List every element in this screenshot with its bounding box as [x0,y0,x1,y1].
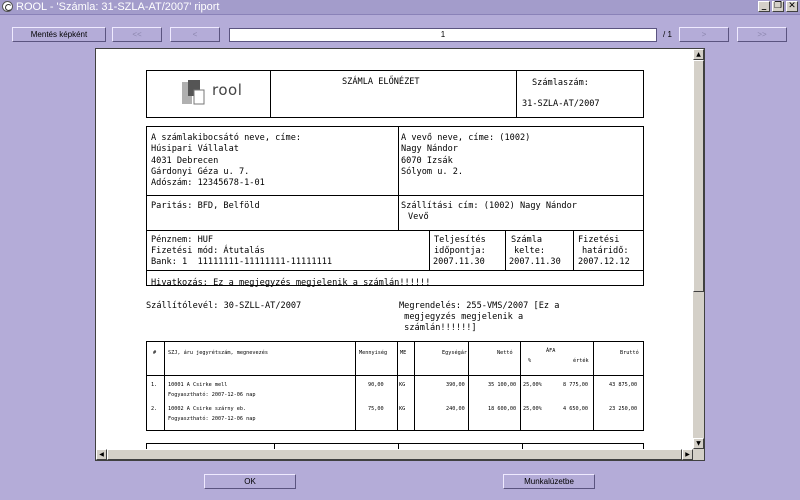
row2-vat-value: 4 650,00 [563,406,588,412]
row2-unit-price: 240,00 [446,406,465,412]
scroll-right-arrow[interactable]: ▶ [682,449,693,460]
parity: Paritás: BFD, Belföld [151,201,260,211]
row2-gross: 23 250,00 [609,406,638,412]
order-line-3: számlán!!!!!!] [399,323,477,333]
row2-num: 2. [151,406,158,412]
row1-name: 10001 A Csirke mell [168,382,228,388]
col-header-gross: Bruttó [620,350,639,356]
payment-method: Fizetési mód: Átutalás [151,246,265,256]
first-page-button[interactable]: << [112,27,162,42]
buyer-name: Nagy Nándor [401,144,458,154]
seller-city: 4031 Debrecen [151,156,219,166]
title-bar: ROOL - 'Számla: 31-SZLA-AT/2007' riport … [0,0,800,15]
window-title: ROOL - 'Számla: 31-SZLA-AT/2007' riport [16,1,220,13]
fulfilment-label-1: Teljesítés [434,235,486,245]
invoice-number-label: Számlaszám: [532,78,589,88]
col-header-num: # [153,350,157,356]
report-viewer[interactable]: rool SZÁMLA ELŐNÉZET Számlaszám: 31-SZLA… [95,48,705,461]
col-header-unit: ME [400,350,407,356]
order-line-2: megjegyzés megjelenik a [399,312,524,322]
row1-net: 35 100,00 [488,382,517,388]
page-count: / 1 [663,30,672,39]
due-label-1: Fizetési [578,235,620,245]
restore-button[interactable]: ❐ [772,1,784,12]
col-header-qty: Mennyiség [359,350,388,356]
bank-account: Bank: 1 11111111-11111111-11111111 [151,257,333,267]
scrollbar-corner [693,449,704,460]
row2-qty: 75,00 [368,406,384,412]
row1-vat-value: 8 775,00 [563,382,588,388]
fulfilment-date: 2007.11.30 [433,257,485,267]
seller-tax-number: Adószám: 12345678-1-01 [151,178,265,188]
issue-label-2: kelte: [514,246,546,256]
report-page: rool SZÁMLA ELŐNÉZET Számlaszám: 31-SZLA… [96,49,693,449]
row1-qty: 90,00 [368,382,384,388]
row2-vat-pct: 25,00% [523,406,542,412]
issue-label-1: Számla [511,235,543,245]
last-page-button[interactable]: >> [737,27,787,42]
invoice-number: 31-SZLA-AT/2007 [522,99,600,109]
row1-num: 1. [151,382,158,388]
worksheet-button[interactable]: Munkalúzetbe [503,474,595,489]
col-header-vat-pct: % [528,358,532,364]
row2-net: 18 600,00 [488,406,517,412]
page-number-input[interactable]: 1 [229,28,657,42]
buyer-city: 6070 Izsák [401,156,453,166]
app-icon [2,1,13,12]
due-label-2: határidő: [582,246,629,256]
row1-expiry: Fogyasztható: 2007-12-06 nap [168,392,256,398]
shipping-address-line2: Vevő [408,212,429,222]
rool-logo [182,80,208,105]
ok-button[interactable]: OK [204,474,296,489]
seller-name: Húsipari Vállalat [151,144,239,154]
close-button[interactable]: ✕ [786,1,798,12]
buyer-label: A vevő neve, címe: (1002) [401,133,531,143]
buyer-street: Sólyom u. 2. [401,167,464,177]
fulfilment-label-2: időpontja: [434,246,486,256]
save-as-image-button[interactable]: Mentés képként [12,27,106,42]
due-date: 2007.12.12 [578,257,630,267]
col-header-net: Nettó [497,350,513,356]
row1-vat-pct: 25,00% [523,382,542,388]
horizontal-scroll-thumb[interactable] [107,449,682,460]
reference-note: Hivatkozás: Ez a megjegyzés megjelenik a… [151,278,431,288]
row2-unit: KG [399,406,406,412]
horizontal-scrollbar[interactable]: ◀ ▶ [96,449,693,460]
vertical-scroll-thumb[interactable] [693,60,704,292]
next-page-button[interactable]: > [679,27,729,42]
col-header-unit-price: Egységár [442,350,467,356]
delivery-note: Szállítólevél: 30-SZLL-AT/2007 [146,301,302,311]
vertical-scrollbar[interactable]: ▲ ▼ [693,49,704,449]
prev-page-button[interactable]: < [170,27,220,42]
row1-unit: KG [399,382,406,388]
minimize-button[interactable]: _ [758,1,770,12]
col-header-vat: ÁFA [546,348,556,354]
col-header-name: SZJ, áru jegyrétszám, megnevezés [168,350,268,356]
scroll-down-arrow[interactable]: ▼ [693,438,704,449]
currency: Pénznem: HUF [151,235,214,245]
col-header-vat-value: érték [573,358,589,364]
row2-expiry: Fogyasztható: 2007-12-06 nap [168,416,256,422]
row1-gross: 43 875,00 [609,382,638,388]
row1-unit-price: 390,00 [446,382,465,388]
issue-date: 2007.11.30 [509,257,561,267]
seller-street: Gárdonyi Géza u. 7. [151,167,250,177]
row2-name: 10002 A Csirke szárny eb. [168,406,247,412]
order-line-1: Megrendelés: 255-VMS/2007 [Ez a [399,301,560,311]
logo-text: rool [212,81,243,99]
seller-label: A számlakibocsátó neve, címe: [151,133,302,143]
shipping-address-line1: Szállítási cím: (1002) Nagy Nándor [401,201,577,211]
scroll-up-arrow[interactable]: ▲ [693,49,704,60]
scroll-left-arrow[interactable]: ◀ [96,449,107,460]
preview-title: SZÁMLA ELŐNÉZET [342,77,420,87]
